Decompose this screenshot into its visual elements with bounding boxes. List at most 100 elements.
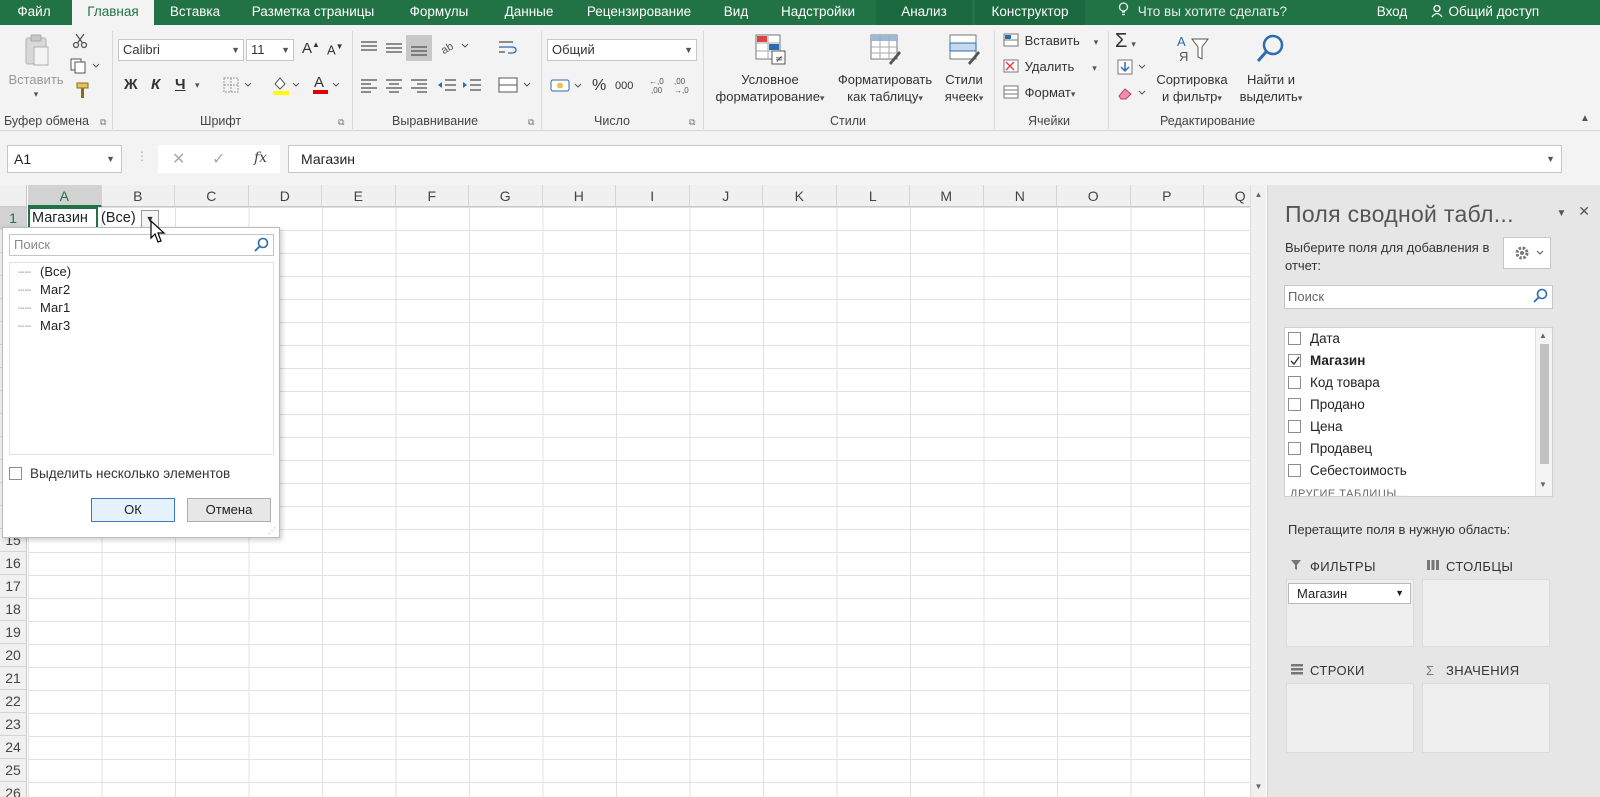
conditional-formatting-button[interactable]: ≠ Условное форматирование▾ — [708, 33, 832, 107]
select-all-corner[interactable] — [0, 185, 27, 207]
scroll-down-icon[interactable]: ▼ — [1539, 480, 1547, 489]
scroll-thumb[interactable] — [1540, 344, 1549, 464]
share-button[interactable]: Общий доступ — [1420, 0, 1550, 25]
align-bottom-icon[interactable] — [406, 35, 432, 61]
column-header[interactable]: L — [836, 185, 910, 207]
formula-input[interactable]: Магазин ▼ — [288, 145, 1562, 173]
insert-cells-button[interactable]: Вставить ▾ — [1003, 33, 1098, 48]
row-header[interactable]: 20 — [0, 644, 27, 667]
filter-search-input[interactable]: Поиск — [9, 234, 274, 256]
insert-function-icon[interactable]: fx — [254, 150, 267, 166]
paste-button[interactable]: Вставить ▾ — [6, 33, 66, 103]
align-center-icon[interactable] — [385, 77, 403, 96]
filter-field-chip[interactable]: Магазин ▼ — [1288, 583, 1411, 604]
column-header[interactable]: C — [175, 185, 249, 207]
row-header[interactable]: 21 — [0, 667, 27, 690]
column-header[interactable]: G — [469, 185, 543, 207]
filter-item[interactable]: ┄┄ Маг2 — [18, 282, 70, 297]
collapse-ribbon-icon[interactable]: ▲ — [1580, 113, 1590, 124]
row-header[interactable]: 17 — [0, 575, 27, 598]
cut-icon[interactable] — [72, 33, 88, 52]
filter-item[interactable]: ┄┄ Маг3 — [18, 318, 70, 333]
orientation-icon[interactable]: ab — [439, 38, 470, 57]
name-box[interactable]: A1 ▼ — [7, 145, 122, 173]
multi-select-checkbox[interactable]: Выделить несколько элементов — [9, 466, 230, 481]
column-header[interactable]: F — [395, 185, 469, 207]
align-left-icon[interactable] — [360, 77, 378, 96]
clear-icon[interactable] — [1117, 85, 1147, 104]
format-painter-icon[interactable] — [72, 82, 90, 103]
field-item[interactable]: Себестоимость — [1288, 463, 1407, 478]
filter-item[interactable]: ┄┄ Маг1 — [18, 300, 70, 315]
tab-review[interactable]: Рецензирование — [575, 0, 703, 25]
column-header[interactable]: A — [28, 185, 102, 207]
scroll-down-icon[interactable]: ▼ — [1251, 779, 1266, 794]
row-header[interactable]: 19 — [0, 621, 27, 644]
vertical-scrollbar[interactable]: ▲ ▼ — [1250, 185, 1266, 797]
column-header[interactable]: D — [248, 185, 322, 207]
tab-analyze[interactable]: Анализ — [876, 0, 972, 25]
tab-view[interactable]: Вид — [710, 0, 762, 25]
field-list-scrollbar[interactable]: ▲ ▼ — [1535, 328, 1552, 496]
fill-icon[interactable] — [1117, 59, 1147, 78]
field-item[interactable]: Продавец — [1288, 441, 1372, 456]
delete-cells-button[interactable]: Удалить ▾ — [1003, 59, 1097, 74]
copy-icon[interactable] — [70, 58, 100, 77]
tab-formulas[interactable]: Формулы — [395, 0, 483, 25]
pane-menu-icon[interactable]: ▼ — [1556, 208, 1566, 219]
rows-drop-area[interactable] — [1286, 683, 1414, 753]
clipboard-launcher-icon[interactable]: ⧉ — [100, 117, 106, 128]
format-cells-button[interactable]: Формат▾ — [1003, 85, 1075, 100]
font-launcher-icon[interactable]: ⧉ — [338, 117, 344, 128]
bold-button[interactable]: Ж — [124, 76, 138, 93]
cell-b1[interactable]: (Все) — [101, 207, 136, 229]
cancel-button[interactable]: Отмена — [187, 498, 271, 522]
merge-center-icon[interactable] — [498, 77, 532, 96]
tab-insert[interactable]: Вставка — [156, 0, 234, 25]
cancel-icon[interactable]: ✕ — [172, 149, 185, 169]
scroll-up-icon[interactable]: ▲ — [1539, 331, 1547, 340]
resize-grip-icon[interactable]: ⋰ — [268, 526, 276, 535]
column-header[interactable]: K — [763, 185, 837, 207]
wrap-text-icon[interactable] — [498, 39, 518, 58]
decrease-decimal-icon[interactable]: ,00 →,0 — [674, 76, 694, 97]
align-middle-icon[interactable] — [385, 39, 403, 58]
format-as-table-button[interactable]: Форматировать как таблицу▾ — [834, 33, 936, 107]
column-header[interactable]: O — [1057, 185, 1131, 207]
font-size-combo[interactable]: 11 ▼ — [246, 39, 294, 61]
column-header[interactable]: E — [322, 185, 396, 207]
sort-filter-button[interactable]: АЯ Сортировка и фильтр▾ — [1152, 33, 1232, 107]
increase-decimal-icon[interactable]: ←,0,00 — [649, 76, 669, 97]
row-header[interactable]: 26 — [0, 782, 27, 797]
alignment-launcher-icon[interactable]: ⧉ — [528, 117, 534, 128]
sign-in-link[interactable]: Вход — [1368, 0, 1416, 25]
row-header[interactable]: 18 — [0, 598, 27, 621]
row-header[interactable]: 24 — [0, 736, 27, 759]
column-header[interactable]: M — [910, 185, 984, 207]
find-select-button[interactable]: Найти и выделить▾ — [1234, 33, 1308, 107]
field-item[interactable]: Цена — [1288, 419, 1342, 434]
number-launcher-icon[interactable]: ⧉ — [689, 117, 695, 128]
tab-data[interactable]: Данные — [490, 0, 568, 25]
column-header[interactable]: N — [983, 185, 1057, 207]
scroll-up-icon[interactable]: ▲ — [1251, 187, 1266, 202]
increase-indent-icon[interactable] — [462, 77, 482, 96]
column-header[interactable]: P — [1130, 185, 1204, 207]
more-tables-link[interactable]: ДРУГИЕ ТАБЛИЦЫ... — [1290, 488, 1407, 496]
increase-font-icon[interactable]: A▲ — [302, 40, 320, 57]
values-drop-area[interactable] — [1422, 683, 1550, 753]
pane-tools-button[interactable] — [1503, 237, 1551, 269]
align-top-icon[interactable] — [360, 39, 378, 58]
columns-drop-area[interactable] — [1422, 579, 1550, 647]
field-item[interactable]: Дата — [1288, 331, 1340, 346]
percent-button[interactable]: % — [592, 77, 606, 95]
confirm-icon[interactable]: ✓ — [212, 149, 225, 169]
number-format-combo[interactable]: Общий ▼ — [547, 39, 697, 61]
field-item[interactable]: Продано — [1288, 397, 1365, 412]
column-header[interactable]: J — [689, 185, 763, 207]
row-header[interactable]: 22 — [0, 690, 27, 713]
decrease-indent-icon[interactable] — [437, 77, 457, 96]
tab-page-layout[interactable]: Разметка страницы — [238, 0, 388, 25]
close-icon[interactable]: ✕ — [1578, 203, 1590, 219]
comma-style-button[interactable]: 000 — [615, 80, 633, 92]
